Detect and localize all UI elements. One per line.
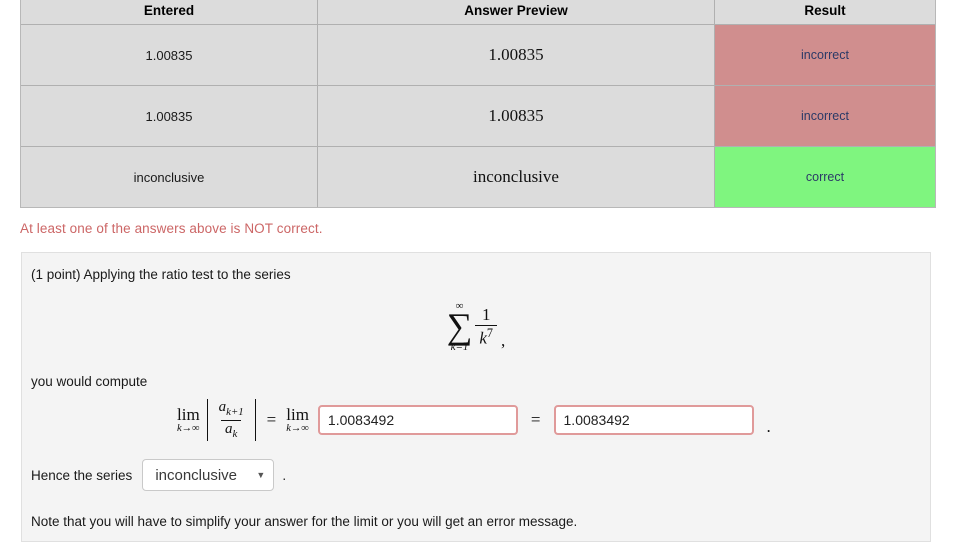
lim-subscript: k→∞ [177, 422, 200, 434]
ratio-numerator: ak+1 [215, 399, 248, 419]
absolute-value-bar-right [254, 399, 256, 441]
limit-operator-right: lim k→∞ [286, 406, 309, 434]
equals-sign-first: = [266, 410, 277, 429]
limit-answer-input-2[interactable] [553, 405, 754, 435]
limit-equation-row: lim k→∞ ak+1 ak = lim k→∞ = . [22, 399, 932, 441]
limit-trailing-period: . [766, 417, 771, 436]
series-conclusion-dropdown[interactable]: inconclusive ▼ [142, 459, 275, 491]
note-text: Note that you will have to simplify your… [31, 514, 578, 529]
fraction-numerator: 1 [481, 305, 491, 325]
cell-answer-preview: 1.00835 [318, 86, 715, 147]
ratio-denominator: ak [221, 419, 242, 440]
conclusion-trailing-period: . [282, 467, 287, 483]
limit-operator-left: lim k→∞ [177, 406, 200, 434]
results-table: Entered Answer Preview Result 1.00835 1.… [20, 0, 936, 208]
cell-entered: 1.00835 [21, 25, 318, 86]
ratio-denominator-subscript: k [232, 427, 238, 440]
error-message: At least one of the answers above is NOT… [20, 221, 323, 236]
lim-word: lim [177, 405, 200, 425]
limit-expression: lim k→∞ ak+1 ak = lim k→∞ [174, 399, 312, 441]
status-badge: correct [715, 147, 935, 207]
fraction-denominator: k7 [475, 325, 498, 348]
cell-answer-preview: inconclusive [318, 147, 715, 207]
table-row: inconclusive inconclusive correct [21, 147, 935, 207]
ratio-denominator-base: a [225, 420, 233, 437]
lim-word: lim [286, 405, 309, 425]
table-header-row: Entered Answer Preview Result [21, 0, 935, 25]
conclusion-label: Hence the series [31, 467, 133, 483]
cell-answer-preview: 1.00835 [318, 25, 715, 86]
dropdown-selected-value: inconclusive [155, 466, 238, 484]
lim-subscript: k→∞ [286, 422, 309, 434]
column-header-result: Result [715, 0, 935, 25]
equals-sign-second: = [530, 410, 541, 429]
denominator-exponent: 7 [486, 326, 494, 341]
sigma-icon: ∑ [446, 306, 473, 346]
cell-entered: inconclusive [21, 147, 318, 207]
limit-answer-input-1[interactable] [317, 405, 518, 435]
results-table-container: Entered Answer Preview Result 1.00835 1.… [20, 0, 936, 208]
problem-panel: (1 point) Applying the ratio test to the… [21, 252, 931, 542]
problem-intro-text: (1 point) Applying the ratio test to the… [31, 267, 291, 282]
summation-operator: ∞ ∑ k=1 [447, 301, 473, 353]
table-row: 1.00835 1.00835 incorrect [21, 86, 935, 147]
absolute-value-bar-left [206, 399, 208, 441]
status-badge: incorrect [715, 25, 935, 86]
series-formula: ∞ ∑ k=1 1 k7 , [22, 297, 930, 353]
compute-label: you would compute [31, 374, 148, 389]
conclusion-row: Hence the series inconclusive ▼ . [31, 459, 286, 491]
status-badge: incorrect [715, 86, 935, 147]
chevron-down-icon: ▼ [256, 469, 266, 480]
column-header-entered: Entered [21, 0, 318, 25]
summation-lower-limit: k=1 [450, 341, 469, 354]
ratio-numerator-subscript: k+1 [226, 406, 244, 419]
series-trailing-comma: , [501, 331, 506, 351]
series-term-fraction: 1 k7 [475, 305, 498, 348]
denominator-base: k [479, 328, 487, 348]
ratio-fraction: ak+1 ak [215, 399, 248, 440]
column-header-answer-preview: Answer Preview [318, 0, 715, 25]
cell-entered: 1.00835 [21, 86, 318, 147]
table-row: 1.00835 1.00835 incorrect [21, 25, 935, 86]
